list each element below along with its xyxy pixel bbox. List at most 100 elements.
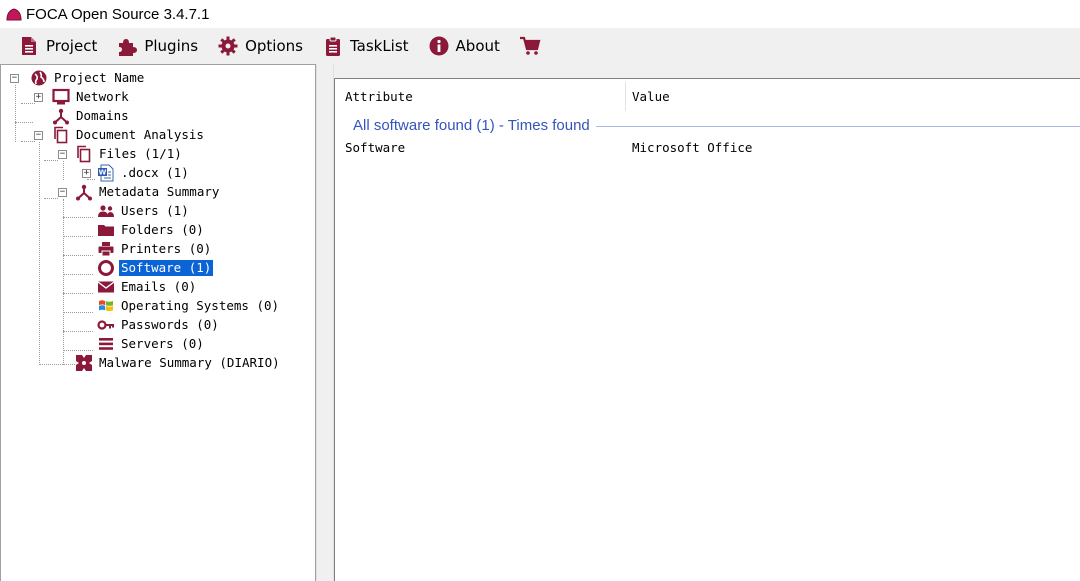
tree-label-docx: .docx (1) <box>121 164 189 180</box>
column-header-value-label: Value <box>632 89 670 104</box>
collapse-toggle[interactable]: − <box>58 188 67 197</box>
cell-value: Microsoft Office <box>632 139 753 155</box>
tree-connector <box>39 364 75 365</box>
tree-node-users[interactable]: Users (1) <box>97 201 191 220</box>
tree-label-metadata-summary: Metadata Summary <box>99 183 220 199</box>
column-header-attribute[interactable]: Attribute <box>335 79 625 114</box>
tree-node-folders[interactable]: Folders (0) <box>97 220 206 239</box>
tree-label-document-analysis: Document Analysis <box>76 126 204 142</box>
key-icon <box>97 316 115 334</box>
tree-label-passwords: Passwords (0) <box>121 316 219 332</box>
panel-splitter[interactable] <box>316 64 334 581</box>
menu-about-label: About <box>455 37 500 55</box>
sitemap-icon <box>52 107 70 125</box>
users-icon <box>97 202 115 220</box>
svg-text:W: W <box>99 168 107 176</box>
list-header: Attribute Value <box>335 79 1080 114</box>
collapse-toggle[interactable]: − <box>34 131 43 140</box>
tree-node-files[interactable]: Files (1/1) <box>75 144 184 163</box>
tree-label-project: Project Name <box>54 69 145 85</box>
collapse-toggle[interactable]: − <box>58 150 67 159</box>
tree-node-operating-systems[interactable]: Operating Systems (0) <box>97 296 281 315</box>
foca-logo-icon <box>6 8 22 21</box>
tree-node-docx[interactable]: W .docx (1) <box>97 163 191 182</box>
tree-connector <box>15 85 16 142</box>
monitor-icon <box>52 88 70 106</box>
window-title: FOCA Open Source 3.4.7.1 <box>26 5 210 23</box>
tree-label-folders: Folders (0) <box>121 221 204 237</box>
tree-label-operating-systems: Operating Systems (0) <box>121 297 280 313</box>
column-header-value[interactable]: Value <box>622 79 922 114</box>
tree-connector <box>21 103 35 104</box>
cart-icon <box>519 36 541 55</box>
tree-node-metadata-summary[interactable]: Metadata Summary <box>75 182 221 201</box>
column-header-attribute-label: Attribute <box>345 89 413 104</box>
tree-node-project[interactable]: Project Name <box>30 68 146 87</box>
tree-connector <box>63 293 93 294</box>
menu-options[interactable]: Options <box>213 32 310 60</box>
menu-tasklist-label: TaskList <box>349 37 409 55</box>
tree-node-network[interactable]: Network <box>52 87 131 106</box>
menu-shop[interactable] <box>515 32 554 60</box>
tree-node-servers[interactable]: Servers (0) <box>97 334 206 353</box>
collapse-toggle[interactable]: − <box>10 74 19 83</box>
menu-plugins-label: Plugins <box>144 37 199 55</box>
tree-connector <box>15 122 33 123</box>
tree-label-network: Network <box>76 88 129 104</box>
info-icon <box>429 36 449 56</box>
tree-node-software[interactable]: Software (1) <box>97 258 214 277</box>
tree-connector <box>44 198 58 199</box>
copy-icon <box>75 145 93 163</box>
tree-connector <box>63 161 64 180</box>
tree-label-servers: Servers (0) <box>121 335 204 351</box>
menu-project[interactable]: Project <box>14 32 104 60</box>
tree-label-emails: Emails (0) <box>121 278 197 294</box>
expand-toggle[interactable]: + <box>82 169 91 178</box>
tree-connector <box>63 331 93 332</box>
tree-node-malware-summary[interactable]: Malware Summary (DIARIO) <box>75 353 282 372</box>
tree-connector <box>39 142 40 365</box>
tree-connector <box>63 217 93 218</box>
expand-toggle[interactable]: + <box>34 93 43 102</box>
tree-label-domains: Domains <box>76 107 129 123</box>
tree-node-document-analysis[interactable]: Document Analysis <box>52 125 206 144</box>
menu-options-label: Options <box>245 37 303 55</box>
tree-connector <box>44 160 58 161</box>
group-header-line <box>595 125 1080 127</box>
windows-logo-icon <box>97 297 115 315</box>
globe-icon <box>30 69 48 87</box>
project-tree: − + − − + − Project Name Network Domains <box>1 65 315 580</box>
project-tree-panel: − + − − + − Project Name Network Domains <box>0 64 316 581</box>
group-header[interactable]: All software found (1) - Times found <box>335 115 1080 135</box>
menu-about[interactable]: About <box>424 32 507 60</box>
printer-icon <box>97 240 115 258</box>
tree-connector <box>63 350 93 351</box>
table-row[interactable]: Software Microsoft Office <box>335 137 1080 157</box>
details-list: Attribute Value All software found (1) -… <box>334 78 1080 581</box>
tree-label-files: Files (1/1) <box>99 145 182 161</box>
folder-icon <box>97 221 115 239</box>
tree-connector <box>63 199 64 365</box>
tree-connector <box>21 141 35 142</box>
group-header-title: All software found (1) - Times found <box>353 116 590 134</box>
tree-connector <box>63 312 93 313</box>
menu-plugins[interactable]: Plugins <box>112 32 205 60</box>
menu-tasklist[interactable]: TaskList <box>318 32 416 60</box>
gear-icon <box>218 36 238 56</box>
tree-label-software: Software (1) <box>119 259 214 276</box>
tree-connector <box>63 274 93 275</box>
malware-icon <box>75 354 93 372</box>
tree-node-passwords[interactable]: Passwords (0) <box>97 315 221 334</box>
menu-project-label: Project <box>46 37 98 55</box>
title-bar: FOCA Open Source 3.4.7.1 <box>0 0 1080 28</box>
tree-node-emails[interactable]: Emails (0) <box>97 277 198 296</box>
tree-connector <box>63 255 93 256</box>
word-document-icon: W <box>97 164 115 182</box>
tree-connector <box>63 236 93 237</box>
puzzle-icon <box>119 39 138 56</box>
cell-attribute: Software <box>345 139 406 155</box>
copy-icon <box>52 126 70 144</box>
tree-node-printers[interactable]: Printers (0) <box>97 239 213 258</box>
tree-node-domains[interactable]: Domains <box>52 106 131 125</box>
clipboard-icon <box>325 36 340 56</box>
